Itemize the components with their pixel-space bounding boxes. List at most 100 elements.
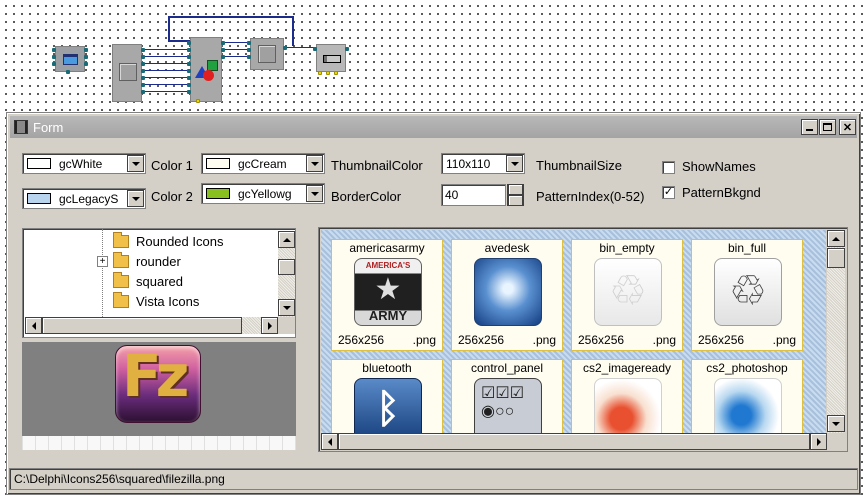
- arrow-right-icon: [816, 437, 821, 446]
- tree-rows: Rounded Icons + rounder squared Vista Ic…: [23, 231, 278, 321]
- design-surface: [0, 0, 868, 108]
- thumbnail-grid[interactable]: americasarmy AMERICA'S ★ ARMY 256x256 .p…: [321, 230, 826, 433]
- grid-scroll-left-button[interactable]: [321, 433, 338, 450]
- close-button[interactable]: ✕: [839, 119, 856, 135]
- thumbnail-color-combo[interactable]: gcCream: [201, 153, 325, 174]
- thumbnail[interactable]: americasarmy AMERICA'S ★ ARMY 256x256 .p…: [331, 239, 443, 351]
- grid-scroll-down-button[interactable]: [827, 415, 845, 432]
- chevron-down-icon: [310, 161, 319, 166]
- component-window[interactable]: [55, 46, 85, 72]
- dropdown-button[interactable]: [127, 190, 144, 207]
- component-panel[interactable]: [112, 44, 142, 102]
- recycle-icon: ♲: [609, 267, 647, 314]
- icon-caption: ARMY: [368, 308, 408, 323]
- pattern-index-input[interactable]: 40: [441, 184, 506, 206]
- filezilla-icon: Fz: [115, 342, 201, 423]
- folder-tree[interactable]: Rounded Icons + rounder squared Vista Ic…: [22, 228, 296, 338]
- preview-strip: [22, 436, 296, 450]
- arrow-down-icon: [282, 305, 291, 310]
- tree-scroll-right-button[interactable]: [261, 317, 278, 334]
- thumbnail[interactable]: bin_empty ♲ 256x256 .png: [571, 239, 683, 351]
- thumbnail-ext: .png: [772, 333, 796, 347]
- arrow-up-icon: [282, 237, 291, 242]
- grid-scroll-up-button[interactable]: [827, 230, 845, 247]
- thumbnail[interactable]: bluetooth ᛒ: [331, 359, 443, 433]
- arrow-down-icon: [832, 421, 840, 426]
- thumbnail[interactable]: avedesk 256x256 .png: [451, 239, 563, 351]
- dropdown-button[interactable]: [506, 155, 523, 172]
- thumbnail-size-combo[interactable]: 110x110: [441, 153, 525, 174]
- arrow-up-icon: [832, 236, 840, 241]
- show-names-checkbox[interactable]: [662, 161, 675, 174]
- pin: [187, 55, 191, 59]
- imageready-icon: [594, 378, 662, 433]
- thumbnail[interactable]: bin_full ♲ 256x256 .png: [691, 239, 803, 351]
- folder-icon: [113, 231, 129, 248]
- thumbnail-size: 256x256: [338, 333, 385, 347]
- chevron-down-icon: [131, 196, 140, 201]
- grid-hscroll-thumb[interactable]: [338, 433, 810, 450]
- thumbnail-name: cs2_photoshop: [706, 361, 788, 375]
- wire: [145, 70, 190, 71]
- chevron-down-icon: [310, 191, 319, 196]
- recycle-bin-empty-icon: ♲: [594, 258, 662, 326]
- tree-item[interactable]: squared: [23, 271, 183, 291]
- grid-vscroll-thumb[interactable]: [827, 248, 845, 268]
- pin: [247, 48, 251, 52]
- scrollbar-corner: [278, 317, 295, 334]
- filezilla-letters: Fz: [122, 342, 189, 410]
- pattern-index-label: PatternIndex(0-52): [536, 189, 645, 204]
- tree-item-label: Vista Icons: [136, 293, 200, 309]
- control-panel-icon: ☑☑☑ ◉○○: [474, 378, 542, 433]
- pattern-index-spinner[interactable]: [507, 184, 524, 206]
- pin: [187, 83, 191, 87]
- dropdown-button[interactable]: [127, 155, 144, 172]
- component-panel[interactable]: [250, 38, 284, 70]
- color2-combo[interactable]: gcLegacyS: [22, 188, 146, 209]
- wire: [145, 56, 190, 57]
- spin-down-button[interactable]: [507, 195, 524, 206]
- recycle-bin-full-icon: ♲: [714, 258, 782, 326]
- pin: [187, 41, 191, 45]
- shapes-icon: [193, 58, 221, 84]
- color1-combo[interactable]: gcWhite: [22, 153, 146, 174]
- tree-expander[interactable]: +: [97, 255, 108, 267]
- border-color-value: gcYellowg: [238, 186, 292, 201]
- thumbnail[interactable]: cs2_photoshop: [691, 359, 803, 433]
- tree-scroll-left-button[interactable]: [25, 317, 42, 334]
- tree-scroll-down-button[interactable]: [278, 299, 295, 316]
- pin: [52, 55, 56, 59]
- folder-icon: [113, 271, 129, 288]
- component-shapes[interactable]: [190, 37, 222, 102]
- tree-item[interactable]: Rounded Icons: [23, 231, 223, 251]
- thumbnail[interactable]: control_panel ☑☑☑ ◉○○: [451, 359, 563, 433]
- component-picture[interactable]: [316, 44, 346, 72]
- thumbnail-name: bluetooth: [362, 361, 412, 375]
- grid-scroll-right-button[interactable]: [810, 433, 827, 450]
- tree-vscroll-thumb[interactable]: [278, 259, 295, 275]
- tree-scroll-up-button[interactable]: [278, 231, 295, 248]
- pin: [313, 47, 317, 51]
- pattern-bkgnd-checkbox[interactable]: ✓: [662, 186, 675, 199]
- recycle-icon: ♲: [729, 267, 767, 314]
- wire: [287, 47, 315, 48]
- border-color-combo[interactable]: gcYellowg: [201, 183, 325, 204]
- form-icon: [14, 120, 28, 134]
- color1-value: gcWhite: [59, 156, 103, 171]
- scrollbar-corner: [827, 433, 845, 450]
- pin: [187, 62, 191, 66]
- wire: [145, 49, 190, 50]
- pin: [52, 48, 56, 52]
- thumbnail[interactable]: cs2_imageready: [571, 359, 683, 433]
- tree-item[interactable]: Vista Icons: [23, 291, 199, 311]
- spin-up-button[interactable]: [507, 184, 524, 195]
- show-names-label: ShowNames: [682, 159, 756, 174]
- maximize-button[interactable]: [819, 119, 836, 135]
- dropdown-button[interactable]: [306, 185, 323, 202]
- tree-hscroll-thumb[interactable]: [42, 317, 242, 334]
- title-bar[interactable]: Form ✕: [10, 116, 857, 138]
- tree-item-label: squared: [136, 273, 183, 289]
- tree-item[interactable]: + rounder: [23, 251, 181, 271]
- dropdown-button[interactable]: [306, 155, 323, 172]
- minimize-button[interactable]: [801, 119, 818, 135]
